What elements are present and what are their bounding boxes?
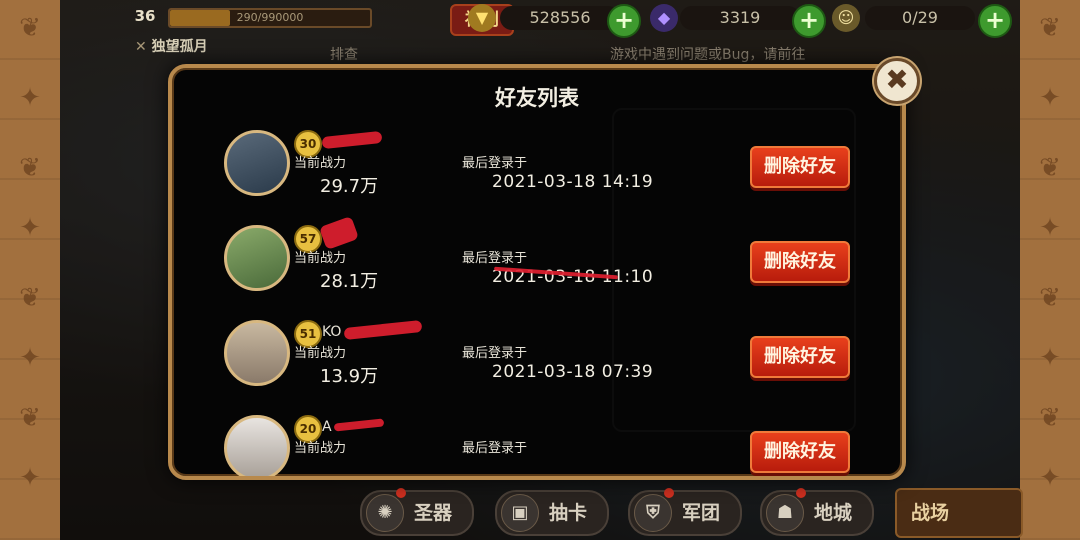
pattern-icon: ❦ <box>19 153 41 183</box>
last-login-label: 最后登录于 <box>462 156 528 171</box>
pattern-icon: ✦ <box>19 83 41 113</box>
gold-amount: 528556 <box>500 6 620 30</box>
bg-bug-notice: 游戏中遇到问题或Bug，请前往 <box>610 47 806 63</box>
friend-row: 57 当前战力 28.1万 最后登录于 2021-03-18 11:10 删除好… <box>172 215 902 315</box>
last-login-label: 最后登录于 <box>462 346 528 361</box>
crossed-swords-icon: ✕ <box>135 39 147 55</box>
pattern-icon: ❦ <box>1039 13 1061 43</box>
pattern-icon: ✦ <box>1039 83 1061 113</box>
pattern-icon: ✦ <box>19 213 41 243</box>
avatar[interactable] <box>224 130 290 196</box>
modal-title: 好友列表 <box>495 86 579 110</box>
gem-amount: 3319 <box>680 6 800 30</box>
power-label: 当前战力 <box>294 346 347 361</box>
friend-row: 30 当前战力 29.7万 最后登录于 2021-03-18 14:19 删除好… <box>172 130 902 220</box>
avatar[interactable] <box>224 415 290 476</box>
pattern-icon: ❦ <box>1039 403 1061 433</box>
delete-friend-button[interactable]: 删除好友 <box>750 336 850 378</box>
relic-icon: ✺ <box>366 494 404 532</box>
last-login-label: 最后登录于 <box>462 441 528 456</box>
friend-list-modal: 好友列表 30 当前战力 29.7万 最后登录于 2021-03-18 14:1… <box>168 64 906 480</box>
delete-friend-button[interactable]: 删除好友 <box>750 241 850 283</box>
relic-button[interactable]: ✺ 圣器 <box>360 488 474 536</box>
redaction-scribble <box>318 215 360 251</box>
stamina-amount: 0/29 <box>865 6 975 30</box>
gem-icon: ◆ <box>650 4 678 32</box>
pattern-icon: ✦ <box>1039 463 1061 493</box>
power-value: 13.9万 <box>320 366 379 387</box>
pattern-icon: ❦ <box>1039 153 1061 183</box>
pattern-icon: ✦ <box>1039 343 1061 373</box>
stamina-icon: ☺ <box>832 4 860 32</box>
friend-name: A <box>322 419 332 435</box>
last-login-label: 最后登录于 <box>462 251 528 266</box>
avatar[interactable] <box>224 320 290 386</box>
pattern-icon: ❦ <box>19 403 41 433</box>
pattern-icon: ✦ <box>19 463 41 493</box>
dungeon-button[interactable]: ☗ 地城 <box>760 488 874 536</box>
notification-dot <box>796 488 806 498</box>
pattern-icon: ❦ <box>19 283 41 313</box>
left-decor-strip: ❦ ✦ ❦ ✦ ❦ ✦ ❦ ✦ <box>0 0 60 540</box>
dungeon-icon: ☗ <box>766 494 804 532</box>
power-value: 28.1万 <box>320 271 379 292</box>
last-login-value: 2021-03-18 14:19 <box>492 172 654 192</box>
pattern-icon: ❦ <box>19 13 41 43</box>
friend-name: KO <box>322 324 342 340</box>
delete-friend-button[interactable]: 删除好友 <box>750 431 850 473</box>
legion-button[interactable]: ⛨ 军团 <box>628 488 742 536</box>
gold-icon: ▼ <box>468 4 496 32</box>
card-icon: ▣ <box>501 494 539 532</box>
bg-rank-hint: 排查 <box>330 47 358 63</box>
add-gem-button[interactable]: + <box>792 4 826 38</box>
notification-dot <box>664 488 674 498</box>
pattern-icon: ❦ <box>1039 283 1061 313</box>
bottom-navigation: ✺ 圣器 ▣ 抽卡 ⛨ 军团 ☗ 地城 战场 <box>60 480 1023 540</box>
friend-row: 51 KO 当前战力 13.9万 最后登录于 2021-03-18 07:39 … <box>172 319 902 410</box>
xp-bar: 290/990000 <box>168 8 372 28</box>
delete-friend-button[interactable]: 删除好友 <box>750 146 850 188</box>
xp-text: 290/990000 <box>236 11 304 24</box>
pattern-icon: ✦ <box>19 343 41 373</box>
power-label: 当前战力 <box>294 156 347 171</box>
avatar[interactable] <box>224 225 290 291</box>
add-stamina-button[interactable]: + <box>978 4 1012 38</box>
power-label: 当前战力 <box>294 251 347 266</box>
pattern-icon: ✦ <box>1039 213 1061 243</box>
power-label: 当前战力 <box>294 441 347 456</box>
friend-row: 20 A 当前战力 最后登录于 删除好友 <box>172 415 902 476</box>
top-hud: 36 290/990000 福利 ▼ 528556 + ◆ 3319 + ☺ 0… <box>60 0 1020 40</box>
notification-dot <box>396 488 406 498</box>
helmet-icon: ⛨ <box>634 494 672 532</box>
add-gold-button[interactable]: + <box>607 4 641 38</box>
player-name: ✕ 独望孤月 <box>135 39 208 55</box>
redaction-scribble <box>343 319 423 341</box>
draw-card-button[interactable]: ▣ 抽卡 <box>495 490 609 536</box>
battle-button[interactable]: 战场 <box>895 488 1023 538</box>
power-value: 29.7万 <box>320 176 379 197</box>
right-decor-strip: ❦ ✦ ❦ ✦ ❦ ✦ ❦ ✦ <box>1020 0 1080 540</box>
player-level: 36 <box>134 7 156 25</box>
close-icon[interactable]: ✖ <box>874 58 920 104</box>
redaction-scribble <box>321 130 383 150</box>
last-login-value: 2021-03-18 07:39 <box>492 362 654 382</box>
redaction-scribble <box>333 418 385 432</box>
